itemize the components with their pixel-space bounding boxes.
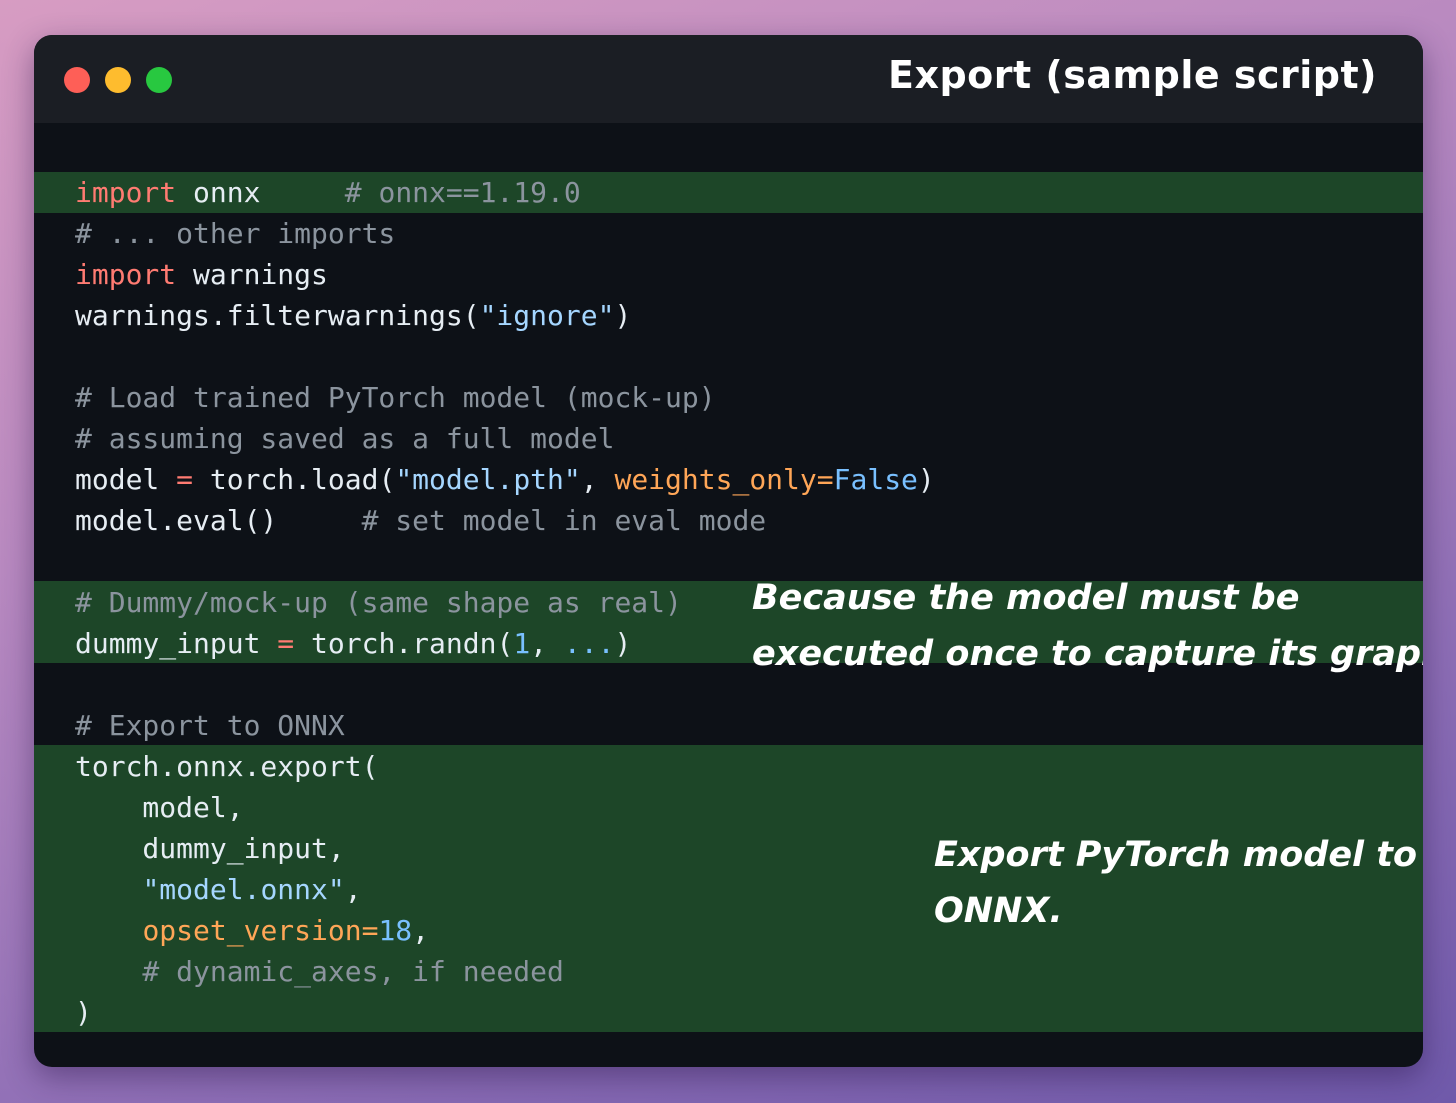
comment: # assuming saved as a full model [75,422,615,455]
close-dot[interactable] [64,67,90,93]
annotation-line: ONNX. [934,891,1063,931]
separator: , [580,463,615,496]
paren: ) [614,627,632,660]
ellipsis: ... [563,627,615,660]
code-line-10: dummy_input = torch.randn(1, ...) [75,623,631,664]
paren: ) [917,463,935,496]
code-line-14: dummy_input, [75,828,345,869]
maximize-dot[interactable] [146,67,172,93]
code-line-6: # assuming saved as a full model [75,418,614,459]
code-line-13: model, [75,787,244,828]
constant: False [833,463,918,496]
comment: # set model in eval mode [277,504,767,537]
comment: # Export to ONNX [75,709,345,742]
call: torch.onnx.export( [75,750,379,783]
code-line-4: warnings.filterwarnings("ignore") [75,295,631,336]
code-line-16: opset_version=18, [75,910,429,951]
annotation-line: Export PyTorch model to [934,835,1418,875]
code-line-7: model = torch.load("model.pth", weights_… [75,459,935,500]
comment: # Dummy/mock-up (same shape as real) [75,586,682,619]
code-line-18: ) [75,992,92,1033]
module-name: onnx [176,176,261,209]
comment: # ... other imports [75,217,396,250]
string-literal: "ignore" [479,299,615,332]
annotation-line: Because the model must be [752,578,1300,618]
argument: dummy_input, [75,832,345,865]
call: torch.load( [193,463,396,496]
operator: = [176,463,194,496]
separator: , [412,914,430,947]
code-line-12: torch.onnx.export( [75,746,378,787]
window-title: Export (sample script) [887,53,1377,97]
window-titlebar: Export (sample script) [34,35,1423,123]
annotation-export: Export PyTorch model to ONNX. [934,827,1417,939]
paren: ) [75,996,92,1029]
call: torch.randn( [294,627,514,660]
argument: model, [75,791,244,824]
code-line-17: # dynamic_axes, if needed [75,951,564,992]
number-literal: 1 [513,627,531,660]
code-line-5: # Load trained PyTorch model (mock-up) [75,377,716,418]
paren: ) [614,299,632,332]
keyword: import [75,258,177,291]
variable: dummy_input [75,627,278,660]
minimize-dot[interactable] [105,67,131,93]
code-line-2: # ... other imports [75,213,395,254]
module-name: warnings [176,258,328,291]
annotation-line: executed once to capture its graph. [752,634,1423,674]
call: warnings.filterwarnings( [75,299,480,332]
separator: , [344,873,362,906]
code-line-1: import onnx # onnx==1.19.0 [75,172,581,213]
number-literal: 18 [378,914,413,947]
comment: # onnx==1.19.0 [260,176,581,209]
code-line-9: # Dummy/mock-up (same shape as real) [75,582,682,623]
string-literal: "model.pth" [395,463,581,496]
code-line-8: model.eval() # set model in eval mode [75,500,766,541]
separator: , [530,627,564,660]
code-line-11: # Export to ONNX [75,705,345,746]
code-line-3: import warnings [75,254,328,295]
operator: = [277,627,295,660]
variable: model [75,463,177,496]
comment: # dynamic_axes, if needed [75,955,564,988]
call: model.eval() [75,504,278,537]
annotation-dummy-input: Because the model must be executed once … [752,570,1423,682]
keyword-argument: weights_only= [614,463,834,496]
keyword: import [75,176,177,209]
comment: # Load trained PyTorch model (mock-up) [75,381,716,414]
keyword-argument: opset_version= [142,914,379,947]
code-line-15: "model.onnx", [75,869,362,910]
code-window: Export (sample script) import onnx # onn… [34,35,1423,1067]
string-literal: "model.onnx" [142,873,345,906]
